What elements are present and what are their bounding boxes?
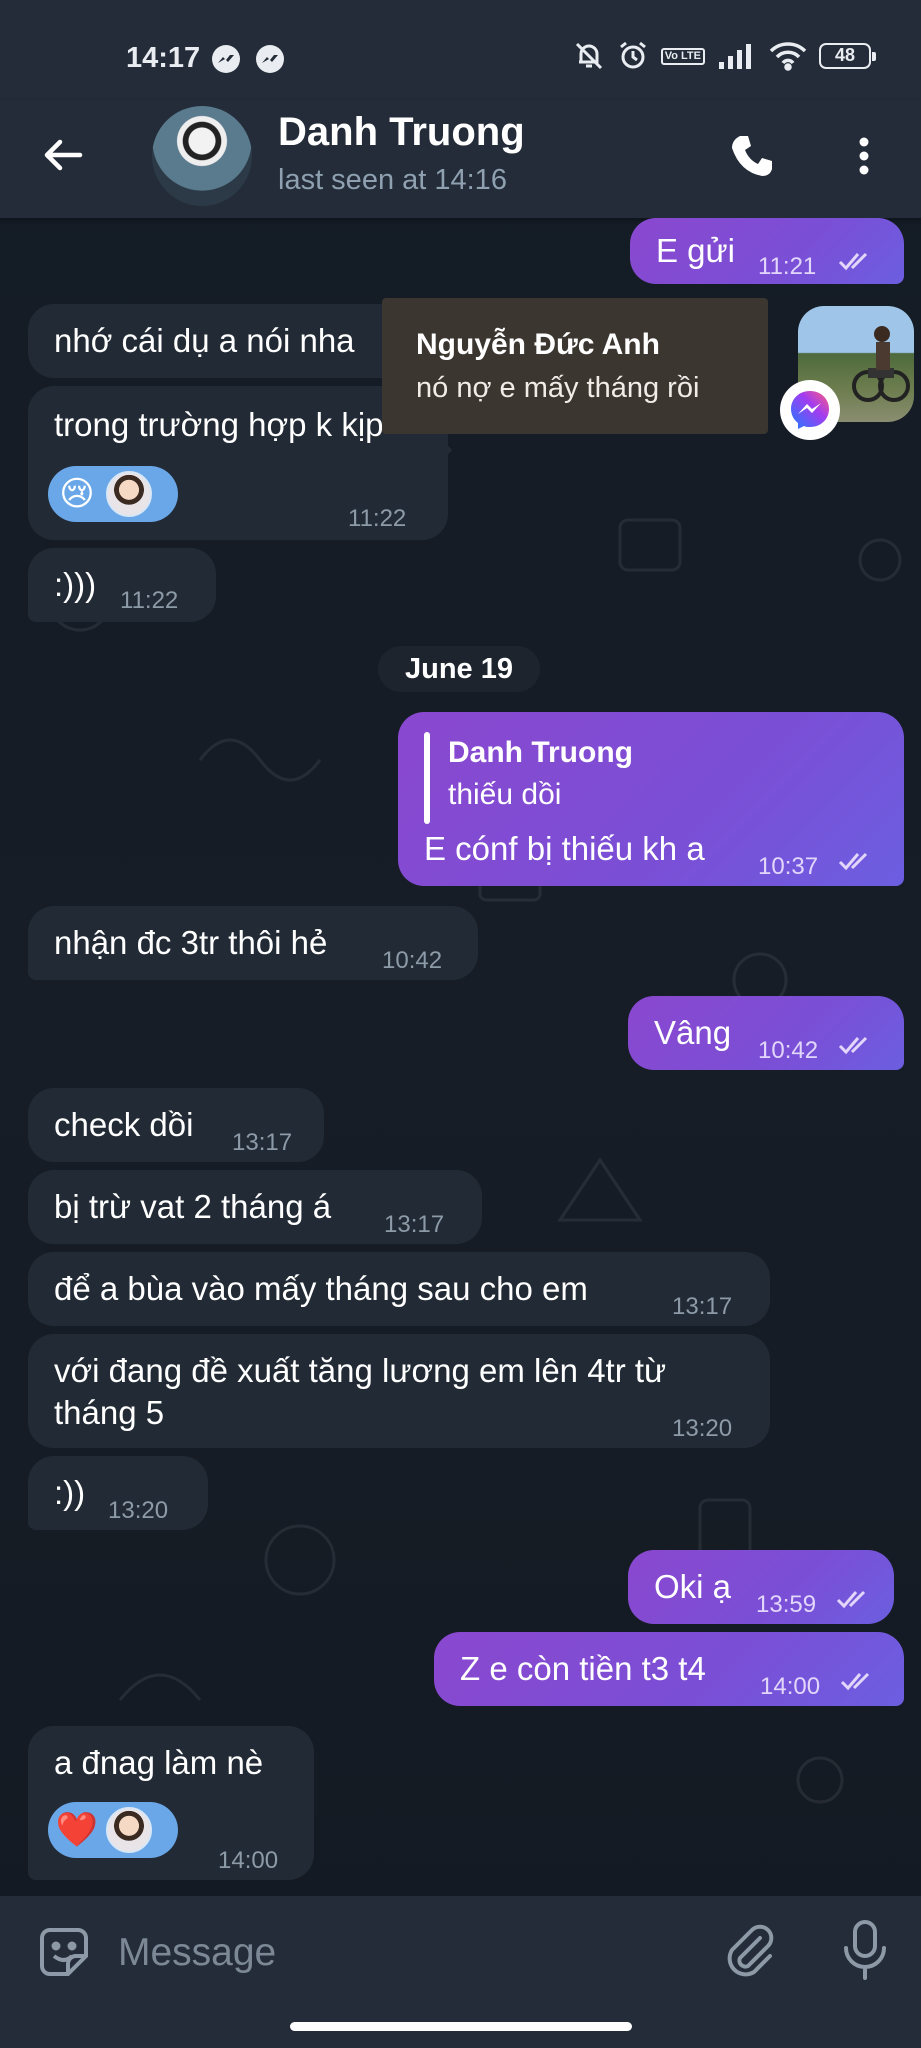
- message-text: Oki ạ: [654, 1568, 732, 1605]
- home-indicator[interactable]: [290, 2022, 632, 2031]
- mute-bell-icon: [575, 42, 602, 70]
- notification-text: nó nợ e mấy tháng rồi: [416, 372, 700, 404]
- reply-text[interactable]: thiếu dồi: [448, 774, 561, 815]
- wifi-icon: [769, 42, 807, 71]
- message-in-9[interactable]: :)) 13:20: [28, 1456, 208, 1530]
- chat-header: Danh Truong last seen at 14:16: [0, 100, 921, 218]
- message-time: 10:42: [758, 1037, 819, 1064]
- message-time: 11:21: [758, 253, 817, 280]
- message-text: Vâng: [654, 1014, 732, 1051]
- attach-paperclip-icon[interactable]: [720, 1920, 780, 1980]
- message-text: a đnag làm nè: [54, 1744, 264, 1781]
- message-time: 10:37: [758, 853, 819, 880]
- chat-head-notification[interactable]: Nguyễn Đức Anh nó nợ e mấy tháng rồi: [382, 298, 768, 434]
- message-in-7[interactable]: để a bùa vào mấy tháng sau cho em 13:17: [28, 1252, 770, 1326]
- crying-face-reaction-icon: 😢: [59, 475, 95, 513]
- message-out-4[interactable]: Z e còn tiền t3 t4 14:00: [434, 1632, 904, 1706]
- message-time: 13:17: [232, 1129, 293, 1156]
- read-checkmarks-icon: [840, 1672, 870, 1691]
- read-checkmarks-icon: [838, 852, 868, 871]
- message-out-1[interactable]: E gửi 11:21: [630, 218, 904, 284]
- message-time: 13:17: [384, 1211, 445, 1238]
- date-divider: June 19: [378, 646, 540, 692]
- message-text: :))): [54, 566, 97, 603]
- message-out-reply[interactable]: Danh Truong thiếu dồi E cónf bị thiếu kh…: [398, 712, 904, 886]
- message-text-line2: tháng 5: [54, 1394, 165, 1431]
- message-out-2[interactable]: Vâng 10:42: [628, 996, 904, 1070]
- message-text: Z e còn tiền t3 t4: [460, 1650, 706, 1687]
- message-out-3[interactable]: Oki ạ 13:59: [628, 1550, 894, 1624]
- message-time: 11:22: [120, 587, 179, 614]
- message-text: bị trừ vat 2 tháng á: [54, 1188, 332, 1225]
- reaction-pill[interactable]: 😢: [48, 466, 178, 522]
- message-time: 13:20: [672, 1415, 733, 1442]
- reply-quote-bar: [424, 732, 430, 824]
- message-time: 11:22: [348, 505, 407, 532]
- message-time: 10:42: [382, 947, 443, 974]
- messenger-badge-icon: [780, 380, 840, 440]
- phone-call-icon[interactable]: [726, 130, 778, 182]
- more-options-icon[interactable]: [846, 130, 882, 182]
- battery-icon: 48: [819, 43, 876, 69]
- message-text: check dồi: [54, 1106, 194, 1143]
- reply-sender[interactable]: Danh Truong: [448, 732, 633, 773]
- message-text: để a bùa vào mấy tháng sau cho em: [54, 1270, 588, 1307]
- message-time: 14:00: [218, 1847, 279, 1874]
- status-time: 14:17: [126, 42, 201, 74]
- heart-reaction-icon: ❤️: [55, 1811, 99, 1849]
- message-time: 14:00: [760, 1673, 821, 1700]
- read-checkmarks-icon: [836, 1590, 866, 1609]
- back-arrow-icon[interactable]: [40, 130, 90, 180]
- microphone-icon[interactable]: [840, 1918, 890, 1982]
- message-time: 13:17: [672, 1293, 733, 1320]
- messenger-notification-icon-2: [256, 45, 284, 73]
- last-seen-status: last seen at 14:16: [278, 164, 507, 196]
- message-text: nhớ cái dụ a nói nha: [54, 322, 355, 359]
- message-time: 13:59: [756, 1591, 817, 1618]
- volte-icon: Vo LTE: [660, 47, 705, 65]
- message-in-6[interactable]: bị trừ vat 2 tháng á 13:17: [28, 1170, 482, 1244]
- message-text: :)): [54, 1474, 86, 1511]
- message-time: 13:20: [108, 1497, 169, 1524]
- messenger-notification-icon: [212, 45, 240, 73]
- message-text: E gửi: [656, 232, 735, 269]
- message-in-4[interactable]: nhận đc 3tr thôi hẻ 10:42: [28, 906, 478, 980]
- read-checkmarks-icon: [838, 252, 868, 271]
- read-checkmarks-icon: [838, 1036, 868, 1055]
- alarm-icon: [619, 41, 646, 69]
- signal-icon: [719, 44, 751, 69]
- message-in-3[interactable]: :))) 11:22: [28, 548, 216, 622]
- reactor-avatar: [106, 471, 152, 517]
- contact-avatar[interactable]: [152, 106, 252, 206]
- reactor-avatar: [106, 1807, 152, 1853]
- reaction-pill[interactable]: ❤️: [48, 1802, 178, 1858]
- notification-sender: Nguyễn Đức Anh: [416, 328, 660, 361]
- message-text: trong trường hợp k kịp: [54, 406, 384, 443]
- status-bar: 14:17 Vo LTE 48: [0, 0, 921, 100]
- message-in-5[interactable]: check dồi 13:17: [28, 1088, 324, 1162]
- status-icons: Vo LTE 48: [573, 40, 876, 72]
- message-text: nhận đc 3tr thôi hẻ: [54, 924, 328, 961]
- message-text: E cónf bị thiếu kh a: [424, 830, 705, 867]
- message-input[interactable]: [118, 1918, 678, 1988]
- emoji-sticker-icon[interactable]: [36, 1924, 92, 1980]
- contact-name[interactable]: Danh Truong: [278, 110, 525, 155]
- message-in-8[interactable]: với đang đề xuất tăng lương em lên 4tr t…: [28, 1334, 770, 1448]
- message-text: với đang đề xuất tăng lương em lên 4tr t…: [54, 1352, 667, 1389]
